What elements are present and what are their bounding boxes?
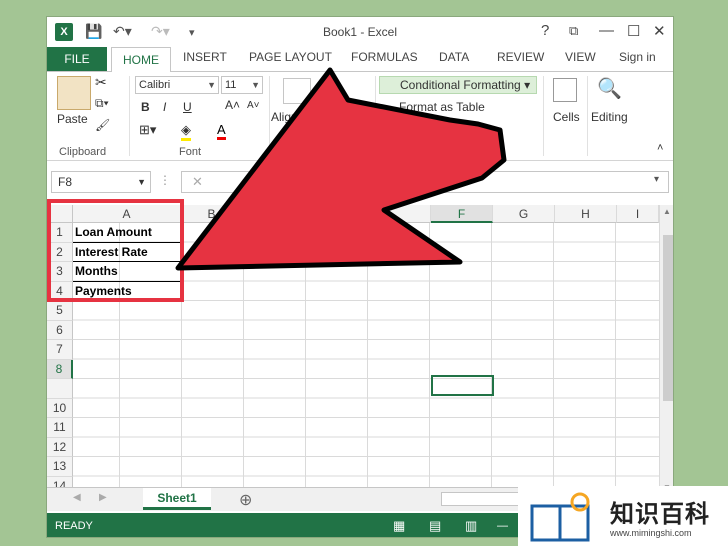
paste-icon[interactable] <box>57 76 91 110</box>
maximize-button[interactable]: ☐ <box>627 22 640 40</box>
name-box[interactable]: F8 ▼ <box>51 171 151 193</box>
bold-button[interactable]: B <box>141 100 150 114</box>
group-label-font: Font <box>179 146 202 158</box>
excel-window: X 💾 ↶▾ ↷▾ ▾ Book1 - Excel ? ⧉ — ☐ ✕ FILE… <box>46 16 674 538</box>
highlight-box <box>47 199 184 302</box>
row-header[interactable]: 7 <box>47 340 73 360</box>
prev-sheet-icon[interactable]: ◀ <box>73 492 81 503</box>
name-box-value: F8 <box>58 175 73 189</box>
format-as-table-button[interactable]: Format as Table <box>399 100 485 114</box>
watermark-url: www.mimingshi.com <box>610 528 692 538</box>
font-name-combo[interactable]: Calibri ▼ <box>135 76 219 94</box>
window-title: Book1 - Excel <box>322 25 398 39</box>
column-header-g[interactable]: G <box>493 205 555 223</box>
next-sheet-icon[interactable]: ▶ <box>99 492 107 503</box>
column-header-f[interactable]: F <box>431 205 493 223</box>
ribbon-tabs: FILE HOME INSERT PAGE LAYOUT FORMULAS DA… <box>47 47 673 72</box>
tab-view[interactable]: VIEW <box>565 50 596 64</box>
row-header[interactable]: 10 <box>47 398 73 418</box>
formula-input[interactable]: ✕ ▾ <box>181 171 669 193</box>
scroll-up-icon[interactable]: ▲ <box>663 207 671 216</box>
row-header[interactable]: 5 <box>47 301 73 321</box>
cancel-icon[interactable]: ✕ <box>192 174 203 190</box>
normal-view-icon[interactable]: ▦ <box>393 513 405 537</box>
book-left-page <box>530 504 562 542</box>
row-header[interactable]: 11 <box>47 418 73 438</box>
font-size-value: 11 <box>225 79 237 91</box>
column-header-h[interactable]: H <box>555 205 617 223</box>
paste-button[interactable]: Paste <box>57 112 88 126</box>
editing-button[interactable]: Editing <box>591 110 628 124</box>
cells-button[interactable]: Cells <box>553 110 580 124</box>
page-break-view-icon[interactable]: ▥ <box>465 513 477 537</box>
column-header-i[interactable]: I <box>617 205 659 223</box>
ribbon-display-button[interactable]: ⧉ <box>569 23 578 39</box>
active-cell-f8[interactable] <box>431 375 494 396</box>
column-header-d[interactable] <box>305 205 367 223</box>
page-layout-view-icon[interactable]: ▤ <box>429 513 441 537</box>
row-header[interactable] <box>47 379 73 399</box>
formula-bar: F8 ▼ ⋮ ✕ ▾ <box>47 169 673 195</box>
cells-icon[interactable] <box>553 78 577 102</box>
tab-page-layout[interactable]: PAGE LAYOUT <box>249 50 332 64</box>
lightbulb <box>570 492 590 512</box>
column-header-c[interactable] <box>243 205 305 223</box>
watermark-name: 知识百科 <box>610 501 710 528</box>
expand-formula-icon[interactable]: ▾ <box>654 174 659 185</box>
collapse-ribbon-icon[interactable]: ˄ <box>657 142 663 154</box>
number-button[interactable]: er <box>361 110 372 124</box>
fill-color-icon[interactable]: ◈ <box>181 122 191 141</box>
book-right-page <box>558 504 590 542</box>
tab-home[interactable]: HOME <box>111 47 171 72</box>
tab-data[interactable]: DATA <box>439 50 469 64</box>
shrink-font-icon[interactable]: A˅ <box>247 100 260 111</box>
tab-insert[interactable]: INSERT <box>183 50 227 64</box>
watermark-logo: 知识百科 www.mimingshi.com <box>518 486 728 546</box>
help-button[interactable]: ? <box>541 22 549 39</box>
font-name-value: Calibri <box>139 79 171 91</box>
tab-review[interactable]: REVIEW <box>497 50 544 64</box>
ribbon: Paste ✂ ⧉▾ 🖌 Calibri ▼ 11 ▼ B I U A˄ A˅ ⊞▾… <box>47 71 673 161</box>
row-header[interactable]: 13 <box>47 457 73 477</box>
binoculars-icon[interactable]: 🔍 <box>597 76 622 101</box>
close-button[interactable]: ✕ <box>653 22 666 40</box>
format-painter-icon[interactable]: 🖌 <box>95 118 110 132</box>
italic-button[interactable]: I <box>163 100 166 114</box>
title-bar: X 💾 ↶▾ ↷▾ ▾ Book1 - Excel ? ⧉ — ☐ ✕ <box>47 17 673 47</box>
alignment-button[interactable]: Alignm <box>271 110 308 124</box>
sign-in-link[interactable]: Sign in <box>619 50 656 64</box>
borders-icon[interactable]: ⊞▾ <box>139 122 156 138</box>
alignment-icon[interactable] <box>283 78 311 104</box>
zoom-out-icon[interactable]: — <box>497 513 508 537</box>
formula-options-icon: ⋮ <box>159 173 171 187</box>
underline-button[interactable]: U <box>183 100 192 114</box>
cell-styles-button[interactable]: Cell <box>401 122 422 136</box>
status-text: READY <box>55 520 93 532</box>
font-size-combo[interactable]: 11 ▼ <box>221 76 263 94</box>
tab-file[interactable]: FILE <box>47 47 107 71</box>
font-color-icon[interactable]: A <box>217 122 226 140</box>
column-header-e[interactable] <box>367 205 431 223</box>
book-lightbulb-icon <box>530 492 590 542</box>
copy-icon[interactable]: ⧉▾ <box>95 96 109 111</box>
tab-formulas[interactable]: FORMULAS <box>351 50 418 64</box>
scroll-thumb[interactable] <box>663 235 673 401</box>
row-header[interactable]: 6 <box>47 320 73 340</box>
horizontal-scrollbar[interactable] <box>441 492 521 506</box>
sheet-tab-sheet1[interactable]: Sheet1 <box>143 488 211 510</box>
vertical-scrollbar[interactable]: ▲ ▼ <box>659 205 673 496</box>
group-label-clipboard: Clipboard <box>59 146 107 158</box>
grow-font-icon[interactable]: A˄ <box>225 98 240 112</box>
add-sheet-icon[interactable]: ⊕ <box>239 490 252 510</box>
conditional-formatting-button[interactable]: Conditional Formatting ▾ <box>379 76 537 94</box>
row-header[interactable]: 8 <box>47 359 73 379</box>
cut-icon[interactable]: ✂ <box>95 74 107 91</box>
conditional-formatting-label: Conditional Formatting <box>400 78 521 92</box>
minimize-button[interactable]: — <box>599 22 614 39</box>
row-header[interactable]: 12 <box>47 437 73 457</box>
column-header-b[interactable]: B <box>181 205 243 223</box>
